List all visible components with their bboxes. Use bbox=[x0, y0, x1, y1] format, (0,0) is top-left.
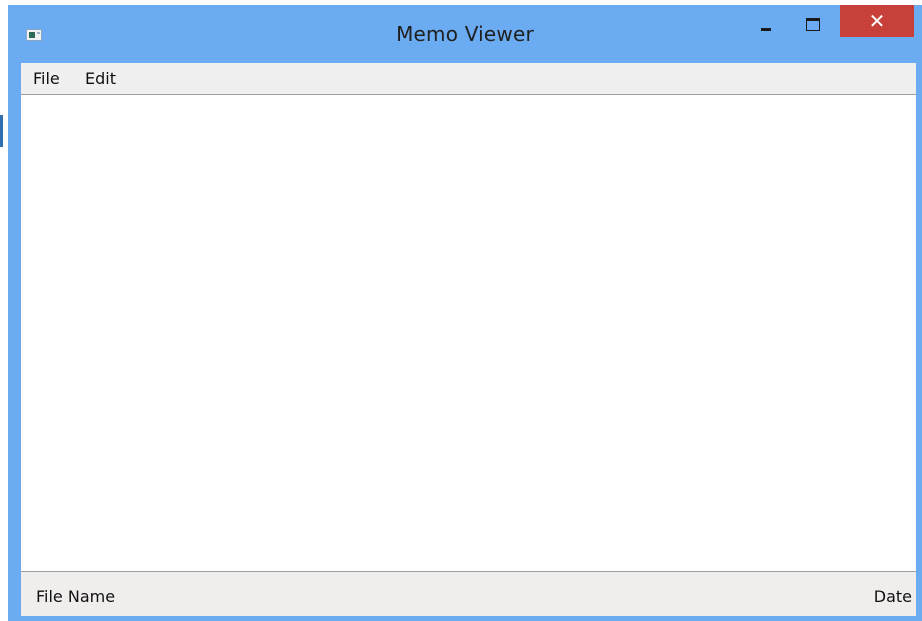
maximize-icon bbox=[806, 18, 820, 31]
menu-edit[interactable]: Edit bbox=[85, 69, 116, 88]
menu-bar: File Edit bbox=[21, 63, 916, 95]
close-button[interactable]: ✕ bbox=[840, 5, 914, 37]
minimize-button[interactable] bbox=[746, 5, 786, 38]
status-bar: File Name Date bbox=[21, 571, 916, 616]
status-date: Date bbox=[873, 587, 912, 606]
memo-viewer-window: Memo Viewer ✕ File Edit File Name Date bbox=[8, 5, 922, 621]
minimize-icon bbox=[761, 28, 771, 31]
title-bar[interactable]: Memo Viewer ✕ bbox=[8, 5, 922, 60]
close-icon: ✕ bbox=[868, 9, 886, 33]
desktop-edge bbox=[0, 115, 3, 147]
status-file-name: File Name bbox=[36, 587, 116, 606]
client-area: File Edit File Name Date bbox=[21, 63, 916, 616]
menu-file[interactable]: File bbox=[33, 69, 60, 88]
memo-content-area[interactable] bbox=[21, 95, 916, 571]
maximize-button[interactable] bbox=[796, 5, 836, 38]
